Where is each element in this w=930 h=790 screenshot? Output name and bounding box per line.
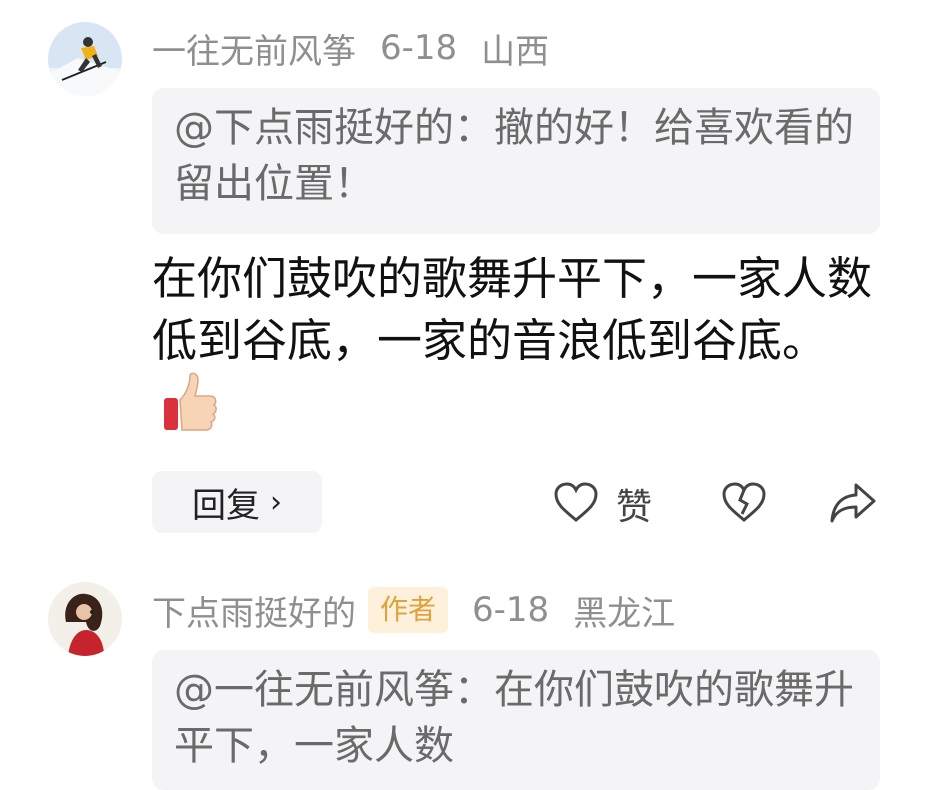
share-button[interactable]: [828, 474, 878, 534]
reply-label: 回复: [192, 485, 260, 526]
comment-text: 在你们鼓吹的歌舞升平下，一家人数低到谷底，一家的音浪低到谷底。: [152, 252, 873, 367]
chevron-right-icon: ›: [270, 484, 282, 520]
user-avatar[interactable]: [48, 22, 122, 96]
comment-location: 山西: [481, 31, 550, 72]
reply-button[interactable]: 回复 ›: [152, 471, 322, 533]
user-avatar[interactable]: [48, 582, 122, 656]
comment-item: 下点雨挺好的 作者 6-18 黑龙江 @一往无前风筝：在你们鼓吹的歌舞升平下，一…: [0, 560, 930, 790]
quoted-reply: @下点雨挺好的：撤的好！给喜欢看的留出位置！: [152, 88, 880, 234]
broken-heart-icon: [720, 480, 768, 528]
username[interactable]: 一往无前风筝: [152, 24, 356, 73]
skier-avatar-icon: [48, 22, 122, 96]
heart-icon: [552, 480, 600, 528]
comment-location: 黑龙江: [573, 593, 676, 634]
comment-date: 6-18: [380, 28, 458, 68]
quoted-reply: @一往无前风筝：在你们鼓吹的歌舞升平下，一家人数: [152, 650, 880, 790]
thumbs-up-emoji-icon: [160, 372, 218, 450]
like-label: 赞: [616, 487, 653, 528]
like-button[interactable]: 赞: [552, 474, 652, 534]
woman-avatar-icon: [48, 582, 122, 656]
comment-body: 在你们鼓吹的歌舞升平下，一家人数低到谷底，一家的音浪低到谷底。: [152, 248, 872, 450]
author-badge: 作者: [368, 587, 449, 633]
comment-date: 6-18: [472, 590, 550, 630]
comment-meta: 下点雨挺好的 作者 6-18 黑龙江: [152, 585, 675, 635]
dislike-button[interactable]: [720, 474, 768, 534]
comment-meta: 一往无前风筝 6-18 山西: [152, 23, 549, 73]
username[interactable]: 下点雨挺好的: [152, 586, 356, 635]
comment-item: 一往无前风筝 6-18 山西 @下点雨挺好的：撤的好！给喜欢看的留出位置！ 在你…: [0, 0, 930, 560]
share-arrow-icon: [828, 479, 878, 529]
